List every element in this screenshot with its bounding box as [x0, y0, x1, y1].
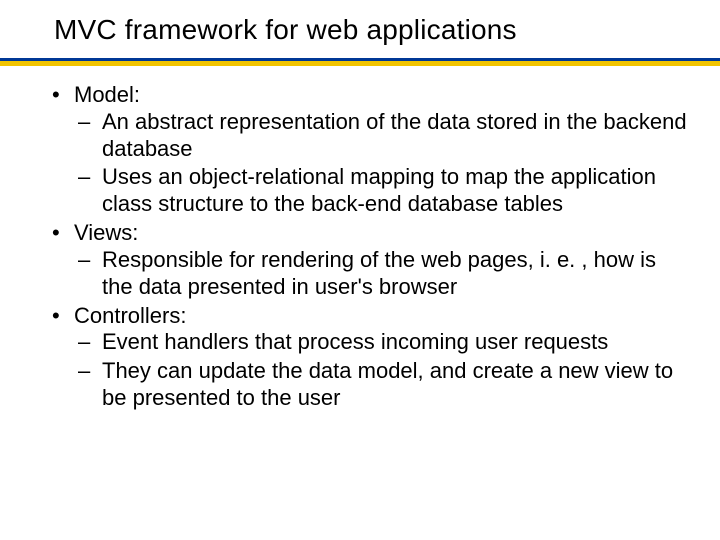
divider-yellow: [0, 61, 720, 66]
list-item: Responsible for rendering of the web pag…: [74, 247, 690, 301]
bullet-label: Model:: [74, 82, 140, 107]
sub-bullet-text: They can update the data model, and crea…: [102, 358, 673, 410]
sub-bullet-list: Event handlers that process incoming use…: [74, 329, 690, 411]
list-item: Uses an object-relational mapping to map…: [74, 164, 690, 218]
list-item: An abstract representation of the data s…: [74, 109, 690, 163]
list-item: Controllers: Event handlers that process…: [46, 303, 690, 412]
list-item: Model: An abstract representation of the…: [46, 82, 690, 218]
list-item: They can update the data model, and crea…: [74, 358, 690, 412]
sub-bullet-text: An abstract representation of the data s…: [102, 109, 687, 161]
slide-content: Model: An abstract representation of the…: [46, 82, 690, 414]
list-item: Views: Responsible for rendering of the …: [46, 220, 690, 300]
sub-bullet-text: Uses an object-relational mapping to map…: [102, 164, 656, 216]
sub-bullet-text: Responsible for rendering of the web pag…: [102, 247, 656, 299]
slide-title: MVC framework for web applications: [54, 14, 700, 46]
bullet-list: Model: An abstract representation of the…: [46, 82, 690, 412]
bullet-label: Controllers:: [74, 303, 186, 328]
list-item: Event handlers that process incoming use…: [74, 329, 690, 356]
bullet-label: Views:: [74, 220, 138, 245]
slide: MVC framework for web applications Model…: [0, 0, 720, 540]
sub-bullet-list: Responsible for rendering of the web pag…: [74, 247, 690, 301]
sub-bullet-text: Event handlers that process incoming use…: [102, 329, 608, 354]
sub-bullet-list: An abstract representation of the data s…: [74, 109, 690, 218]
